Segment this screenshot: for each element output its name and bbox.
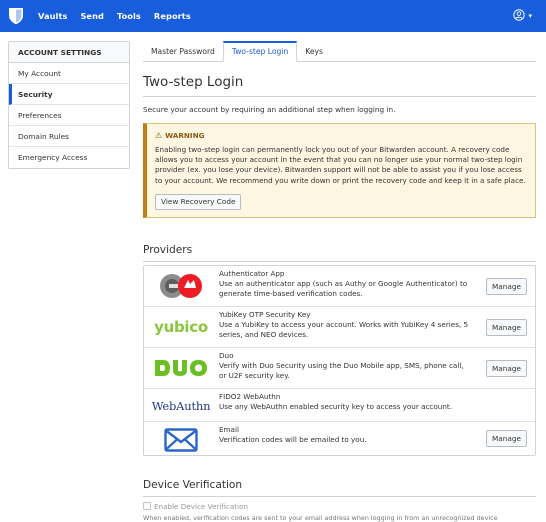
sidebar-item-my-account[interactable]: My Account — [9, 63, 129, 84]
page-subtitle: Secure your account by requiring an addi… — [143, 105, 396, 114]
manage-yubikey-button[interactable]: Manage — [486, 318, 527, 336]
sidebar-item-preferences[interactable]: Preferences — [9, 105, 129, 126]
warning-triangle-icon: ⚠ — [155, 131, 163, 140]
device-verification-row: Enable Device Verification — [143, 502, 536, 511]
provider-description: Use any WebAuthn enabled security key to… — [219, 401, 452, 411]
provider-info: YubiKey OTP Security Key Use a YubiKey t… — [219, 310, 469, 340]
top-navbar: Vaults Send Tools Reports ▾ — [0, 0, 546, 32]
warning-title-text: WARNING — [165, 131, 205, 140]
enable-device-verification-checkbox[interactable] — [143, 502, 151, 511]
provider-name: Duo — [219, 350, 234, 360]
provider-name: FIDO2 WebAuthn — [219, 391, 281, 401]
warning-text: Enabling two-step login can permanently … — [155, 145, 526, 185]
tab-two-step-login[interactable]: Two-step Login — [222, 41, 298, 62]
view-recovery-code-button[interactable]: View Recovery Code — [155, 193, 242, 210]
manage-duo-button[interactable]: Manage — [486, 359, 527, 377]
provider-row: Email Verification codes will be emailed… — [144, 422, 535, 455]
tab-master-password[interactable]: Master Password — [143, 41, 223, 62]
provider-info: FIDO2 WebAuthn Use any WebAuthn enabled … — [219, 392, 469, 412]
nav-tools[interactable]: Tools — [117, 11, 141, 21]
bitwarden-shield-logo[interactable] — [8, 7, 24, 25]
user-circle-icon — [513, 9, 526, 23]
account-menu[interactable]: ▾ — [513, 9, 532, 23]
provider-row: WebAuthn FIDO2 WebAuthn Use any WebAuthn… — [144, 389, 535, 422]
authenticator-app-logo — [150, 270, 212, 302]
sidebar-item-emergency-access[interactable]: Emergency Access — [9, 147, 129, 168]
provider-description: Verify with Duo Security using the Duo M… — [219, 360, 464, 380]
sidebar-item-domain-rules[interactable]: Domain Rules — [9, 126, 129, 147]
security-tabs: Master Password Two-step Login Keys — [143, 41, 536, 62]
provider-row: Authenticator App Use an authenticator a… — [144, 266, 535, 307]
nav-vaults[interactable]: Vaults — [38, 11, 67, 21]
provider-name: Email — [219, 424, 239, 434]
tab-keys[interactable]: Keys — [297, 41, 331, 62]
nav-send[interactable]: Send — [80, 11, 104, 21]
device-verification-help: When enabled, verification codes are sen… — [143, 513, 498, 522]
provider-info: Authenticator App Use an authenticator a… — [219, 269, 469, 299]
device-verification-heading: Device Verification — [143, 479, 536, 497]
provider-info: Email Verification codes will be emailed… — [219, 425, 469, 445]
nav-reports[interactable]: Reports — [154, 11, 191, 21]
provider-row: yubico YubiKey OTP Security Key Use a Yu… — [144, 307, 535, 348]
providers-heading: Providers — [143, 244, 536, 262]
manage-email-button[interactable]: Manage — [486, 429, 527, 447]
manage-authenticator-button[interactable]: Manage — [486, 277, 527, 295]
sidebar-item-security[interactable]: Security — [9, 84, 129, 105]
provider-description: Use an authenticator app (such as Authy … — [219, 278, 468, 298]
provider-row: Duo Verify with Duo Security using the D… — [144, 348, 535, 389]
sidebar-header: ACCOUNT SETTINGS — [9, 42, 129, 63]
provider-description: Use a YubiKey to access your account. Wo… — [219, 319, 469, 339]
webauthn-logo: WebAuthn — [151, 398, 211, 413]
providers-list: Authenticator App Use an authenticator a… — [143, 264, 536, 456]
account-settings-sidebar: ACCOUNT SETTINGS My Account Security Pre… — [8, 41, 130, 169]
main-nav: Vaults Send Tools Reports — [38, 0, 204, 32]
provider-description: Verification codes will be emailed to yo… — [219, 434, 367, 444]
provider-name: YubiKey OTP Security Key — [219, 309, 311, 319]
warning-callout: ⚠ WARNING Enabling two-step login can pe… — [143, 123, 536, 218]
provider-info: Duo Verify with Duo Security using the D… — [219, 351, 469, 381]
email-envelope-logo — [150, 426, 212, 454]
warning-heading: ⚠ WARNING — [155, 131, 527, 140]
provider-name: Authenticator App — [219, 268, 285, 278]
yubico-logo: yubico — [154, 317, 208, 336]
chevron-down-icon: ▾ — [528, 12, 532, 20]
checkbox-label: Enable Device Verification — [154, 501, 249, 511]
duo-logo — [150, 352, 212, 384]
page-title: Two-step Login — [143, 74, 536, 97]
main-content: Master Password Two-step Login Keys Two-… — [143, 41, 536, 522]
